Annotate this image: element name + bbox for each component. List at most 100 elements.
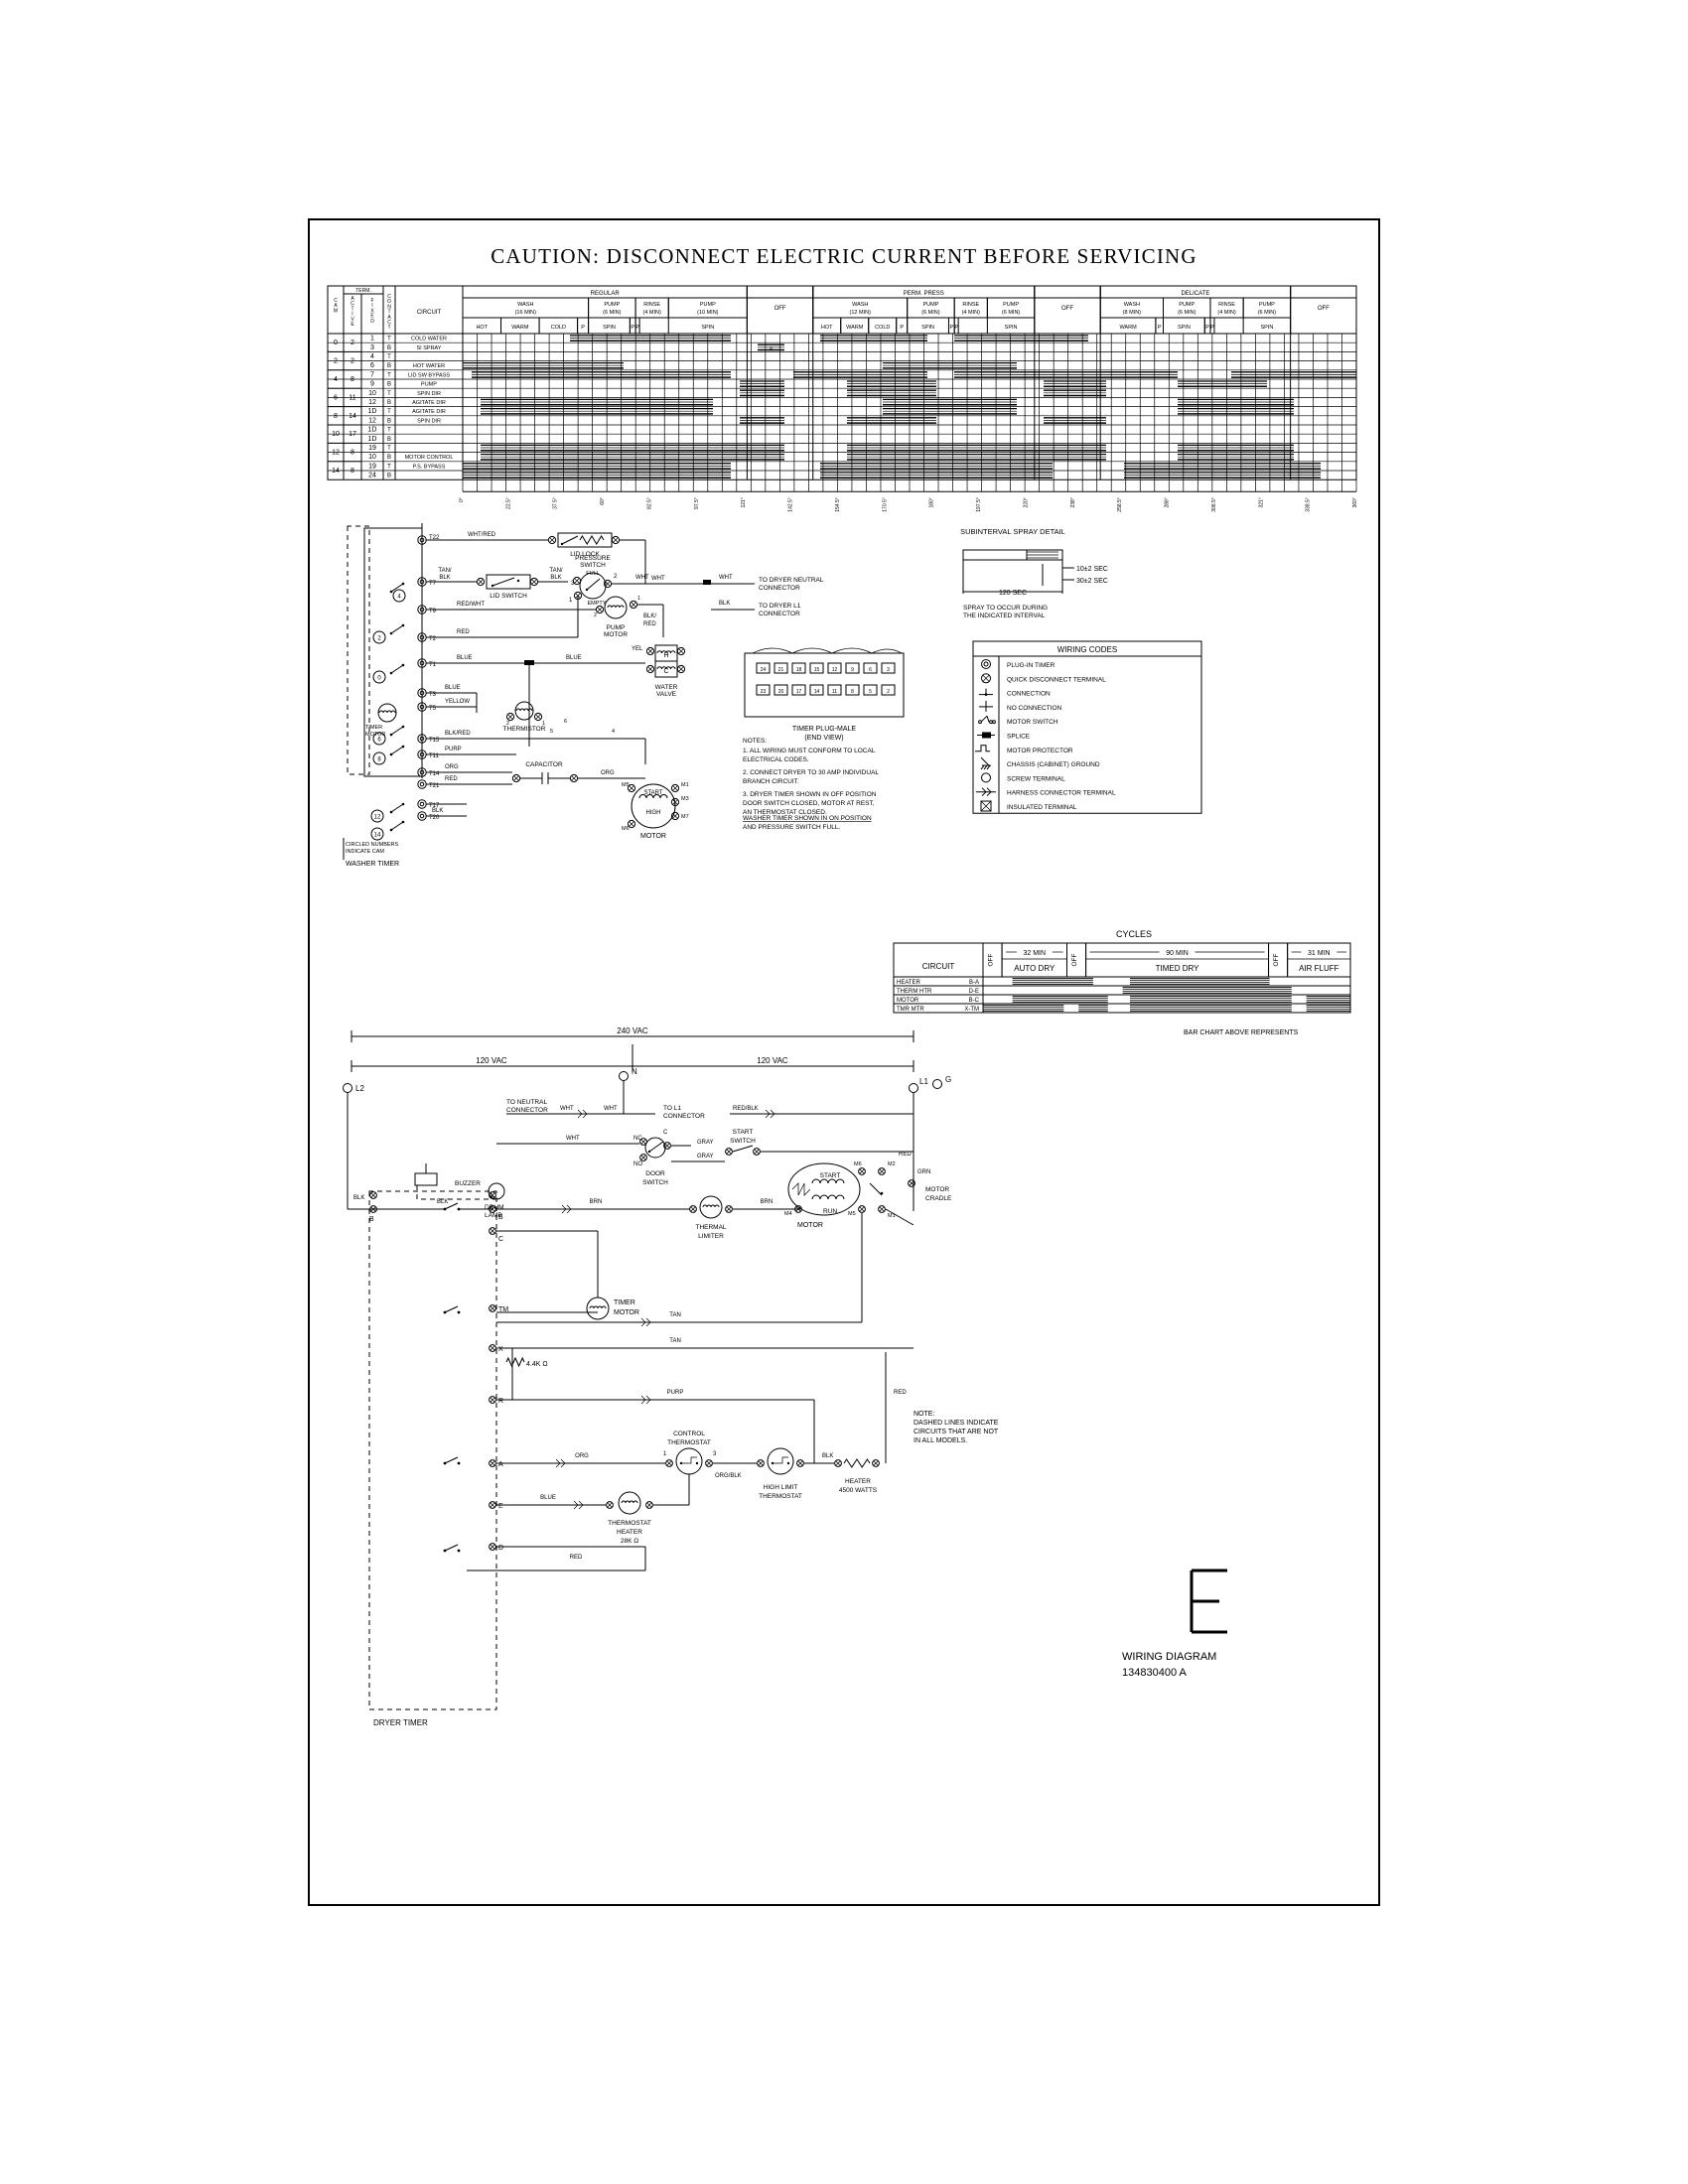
door-no-label: NO	[633, 1161, 642, 1167]
degree-tick-label-1: 22.5°	[505, 497, 511, 509]
valve-terminal-c-out	[677, 665, 684, 672]
row-contact-15: B	[387, 474, 391, 479]
sub-label-4-2-0: P	[1210, 325, 1214, 331]
thermostat-heater-terminal-left	[607, 1502, 614, 1509]
wire-label-blue-3: BLUE	[445, 685, 461, 691]
sub-label-0-3-0: SPIN	[701, 325, 714, 331]
wire-label-grn: GRN	[917, 1169, 930, 1175]
wire-label-red-3: RED	[570, 1555, 583, 1561]
closed-contact-bar-15-1	[820, 473, 1053, 478]
row-fixed-10: 1D	[368, 427, 377, 434]
motor-protector-icon	[975, 746, 990, 751]
lid-lock-resistor-icon	[580, 536, 604, 544]
door-nc-label: NC	[633, 1136, 642, 1142]
row-circuit-13: MOTOR CONTROL	[405, 455, 454, 461]
row-active-8: 14	[349, 413, 356, 420]
cycle-name-4: DELICATE	[1181, 291, 1209, 297]
wire-label-yellow: YELLOW	[445, 699, 470, 705]
thermostat-heater-label-1: THERMOSTAT	[608, 1520, 651, 1527]
sub-label-4-1-1: P	[1205, 325, 1209, 331]
splice-icon-neutral	[703, 580, 711, 585]
phase-label-4-1: PUMP	[1179, 302, 1195, 308]
to-dryer-neutral-1: TO DRYER NEUTRAL	[759, 577, 824, 584]
dryer-timer-motor-label-2: MOTOR	[614, 1309, 639, 1316]
screw-terminal-l1	[910, 1084, 918, 1093]
wire-label-orgblk: ORG/BLK	[715, 1473, 742, 1479]
pump-terminal-1	[630, 601, 636, 608]
degree-tick-label-14: 258.5°	[1117, 497, 1123, 512]
valve-h-label: H	[663, 652, 668, 659]
resistor-4k4-icon	[506, 1358, 524, 1366]
svg-text:T: T	[387, 325, 390, 331]
high-limit-terminal-left	[758, 1460, 765, 1467]
cycles-row-term-1: D-E	[969, 989, 979, 995]
phase-time-2-0: (12 MIN)	[850, 310, 872, 316]
closed-contact-bar-9-0	[740, 418, 784, 424]
closed-contact-bar-5-1	[847, 381, 936, 387]
row-circuit-0: COLD WATER	[411, 337, 447, 342]
start-switch-terminal-left	[726, 1149, 733, 1156]
closed-contact-bar-15-0	[463, 473, 731, 478]
row-cam-10: 10	[332, 431, 340, 438]
door-switch-label-1: DOOR	[645, 1170, 665, 1177]
valve-num-4: 4	[612, 729, 615, 735]
plug-in-timer-icon-T17	[418, 800, 426, 808]
valve-terminal-c	[646, 665, 653, 672]
active-header-label: ACTIVE	[351, 296, 354, 328]
degree-tick-label-7: 142.5°	[788, 497, 794, 512]
svg-text:4: 4	[397, 595, 401, 601]
dryer-terminal-C	[490, 1228, 496, 1235]
note-line-4: 3. DRYER TIMER SHOWN IN OFF POSITION	[743, 791, 877, 798]
row-fixed-3: 6	[370, 362, 374, 369]
wire-label-wht-red: WHT/RED	[468, 532, 496, 538]
chassis-ground-icon	[981, 757, 991, 769]
phase-time-0-3: (10 MIN)	[697, 310, 719, 316]
heater-label-2: 4500 WATTS	[839, 1487, 878, 1494]
cycles-bar-3-0	[983, 1006, 1063, 1012]
degree-tick-label-5: 97.5°	[694, 497, 700, 509]
dashed-note-0: NOTE:	[914, 1411, 934, 1418]
closed-contact-bar-7-0	[481, 399, 713, 405]
pressure-switch-label-1: PRESSURE	[575, 555, 611, 562]
row-fixed-12: 19	[368, 445, 376, 452]
sub-label-2-3-0: SPIN	[1005, 325, 1018, 331]
drawing-number: 134830400 A	[1122, 1667, 1188, 1679]
row-fixed-0: 1	[370, 336, 374, 342]
wiring-code-label-0: PLUG-IN TIMER	[1007, 662, 1055, 669]
cycle-seg-off-2: OFF	[1071, 953, 1078, 966]
motor-label-m5: M5	[848, 1211, 856, 1217]
pressure-switch-terminal-3	[573, 577, 580, 584]
wire-label-red-2: RED	[445, 776, 458, 782]
motor-terminal-m6	[859, 1168, 866, 1175]
wire-label-blue-1: BLUE	[457, 655, 473, 661]
row-active-6: 11	[349, 394, 355, 401]
row-circuit-14: P.S. BYPASS	[413, 464, 446, 470]
wire-label-org-1: ORG	[445, 764, 459, 770]
row-fixed-7: 12	[368, 399, 376, 406]
plug-pin-top-label-6: 6	[869, 667, 872, 673]
degree-tick-label-9: 170.5°	[882, 497, 888, 512]
lid-switch-label: LID SWITCH	[490, 593, 527, 600]
wire-label-purp: PURP	[445, 747, 462, 752]
dashed-note-3: IN ALL MODELS.	[914, 1437, 967, 1444]
phase-time-4-0: (8 MIN)	[1123, 310, 1142, 316]
wire-label-brn-2: BRN	[761, 1199, 774, 1205]
door-switch-terminal-no	[640, 1155, 647, 1161]
high-limit-label-2: THERMOSTAT	[759, 1493, 802, 1500]
cam-circle-2: 2	[373, 631, 385, 643]
timer-plug-title-2: (END VIEW)	[804, 735, 843, 742]
thermal-limiter-coil-icon	[703, 1205, 719, 1207]
cam-note-1: CIRCLED NUMBERS	[346, 842, 399, 848]
row-cam-14: 14	[332, 468, 340, 475]
start-switch-label-1: START	[733, 1129, 754, 1136]
wire-label-blkred-1: BLK/RED	[445, 731, 471, 737]
sub-label-2-0-1: WARM	[846, 325, 864, 331]
cycles-row-box-0	[894, 977, 1350, 986]
label-l1: L1	[919, 1077, 928, 1086]
cycle-band-5	[1291, 286, 1356, 298]
dryer-terminal-A	[490, 1460, 496, 1467]
pressure-switch-label-2: SWITCH	[580, 562, 606, 569]
dashed-note-1: DASHED LINES INDICATE	[914, 1420, 999, 1427]
wire-label-blkred-a: BLK/	[643, 614, 656, 619]
voltage-240-label: 240 VAC	[617, 1026, 648, 1035]
